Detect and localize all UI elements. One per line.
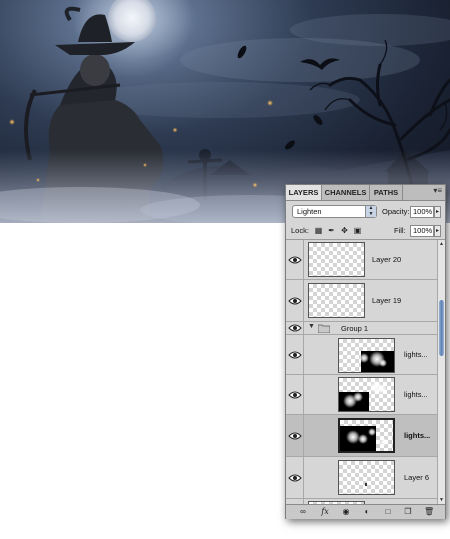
scroll-down-icon[interactable]: ▼ bbox=[438, 496, 445, 504]
lock-image-icon[interactable]: ✒ bbox=[327, 226, 336, 235]
eye-icon bbox=[288, 351, 302, 359]
layer-row[interactable]: Layer 6 bbox=[286, 457, 437, 499]
expand-triangle-icon[interactable]: ▼ bbox=[308, 323, 315, 330]
fill-input[interactable]: 100% bbox=[410, 225, 434, 237]
new-layer-icon[interactable]: ❐ bbox=[403, 507, 413, 517]
layer-list-scrollbar[interactable]: ▲ ▼ bbox=[437, 240, 445, 504]
lock-transparency-icon[interactable]: ▦ bbox=[314, 226, 323, 235]
lock-row: Lock: ▦ ✒ ✥ ▣ Fill: 100% ▸ bbox=[286, 223, 445, 240]
fill-label: Fill: bbox=[394, 226, 406, 235]
layer-row-selected[interactable]: lights... bbox=[286, 415, 437, 457]
layer-thumbnail bbox=[338, 418, 395, 453]
layer-name: lights... bbox=[404, 431, 431, 440]
layer-thumbnail bbox=[338, 460, 395, 495]
scroll-thumb[interactable] bbox=[439, 300, 444, 356]
tab-paths[interactable]: PATHS bbox=[370, 185, 403, 200]
group-name: Group 1 bbox=[341, 324, 369, 333]
folder-icon bbox=[318, 324, 330, 333]
layer-name: Layer 19 bbox=[372, 296, 402, 305]
panel-menu-icon[interactable]: ▾≡ bbox=[433, 186, 442, 195]
eye-icon bbox=[288, 432, 302, 440]
tab-channels[interactable]: CHANNELS bbox=[322, 185, 370, 200]
link-layers-icon[interactable]: ∞ bbox=[298, 507, 308, 517]
visibility-toggle[interactable] bbox=[286, 335, 304, 374]
layer-list: Layer 20 Layer 19 ▼ Group 1 lights... li… bbox=[286, 240, 437, 504]
scroll-up-icon[interactable]: ▲ bbox=[438, 240, 445, 248]
layer-name: Layer 20 bbox=[372, 255, 402, 264]
new-group-icon[interactable]: □ bbox=[383, 507, 393, 517]
layer-thumbnail bbox=[308, 283, 365, 318]
panel-tab-bar: LAYERS CHANNELS PATHS ▾≡ bbox=[286, 185, 445, 201]
layer-name: lights... bbox=[404, 350, 428, 359]
opacity-dropdown-icon[interactable]: ▸ bbox=[434, 206, 441, 218]
fill-dropdown-icon[interactable]: ▸ bbox=[434, 225, 441, 237]
blend-row: Lighten ▲ ▼ Opacity: 100% ▸ bbox=[286, 201, 445, 223]
group-row[interactable]: ▼ Group 1 bbox=[286, 322, 437, 335]
opacity-input[interactable]: 100% bbox=[410, 206, 434, 218]
trash-icon[interactable]: 🗑 bbox=[424, 507, 434, 517]
eye-icon bbox=[288, 256, 302, 264]
layer-name: Layer 6 bbox=[404, 473, 430, 482]
select-arrows-icon: ▲ ▼ bbox=[365, 205, 376, 217]
visibility-toggle[interactable] bbox=[286, 375, 304, 414]
visibility-toggle[interactable] bbox=[286, 415, 304, 456]
eye-icon bbox=[288, 391, 302, 399]
layer-row[interactable]: Layer 19 bbox=[286, 280, 437, 322]
lock-all-icon[interactable]: ▣ bbox=[353, 226, 362, 235]
visibility-toggle[interactable] bbox=[286, 457, 304, 498]
layer-row[interactable]: lights... bbox=[286, 375, 437, 415]
tab-layers[interactable]: LAYERS bbox=[286, 185, 322, 200]
lock-label: Lock: bbox=[291, 226, 309, 235]
eye-icon bbox=[288, 324, 302, 332]
eye-icon bbox=[288, 297, 302, 305]
visibility-toggle[interactable] bbox=[286, 280, 304, 321]
layer-row[interactable]: Layer 20 bbox=[286, 240, 437, 280]
blend-mode-value: Lighten bbox=[297, 207, 322, 216]
layer-thumbnail bbox=[338, 377, 395, 412]
layers-panel: LAYERS CHANNELS PATHS ▾≡ Lighten ▲ ▼ Opac… bbox=[285, 184, 446, 519]
lock-position-icon[interactable]: ✥ bbox=[340, 226, 349, 235]
fx-icon[interactable]: fx bbox=[320, 507, 330, 517]
layer-thumbnail bbox=[308, 242, 365, 277]
blend-mode-select[interactable]: Lighten ▲ ▼ bbox=[292, 205, 377, 218]
add-mask-icon[interactable]: ◉ bbox=[341, 507, 351, 517]
layer-row[interactable]: lights... bbox=[286, 335, 437, 375]
visibility-toggle[interactable] bbox=[286, 240, 304, 279]
layer-thumbnail bbox=[338, 338, 395, 373]
opacity-label: Opacity: bbox=[382, 207, 410, 216]
adjustment-layer-icon[interactable]: ◐ bbox=[362, 507, 372, 517]
visibility-toggle[interactable] bbox=[286, 322, 304, 334]
panel-footer: ∞ fx ◉ ◐ □ ❐ 🗑 bbox=[286, 504, 445, 519]
layer-name: lights... bbox=[404, 390, 428, 399]
eye-icon bbox=[288, 474, 302, 482]
